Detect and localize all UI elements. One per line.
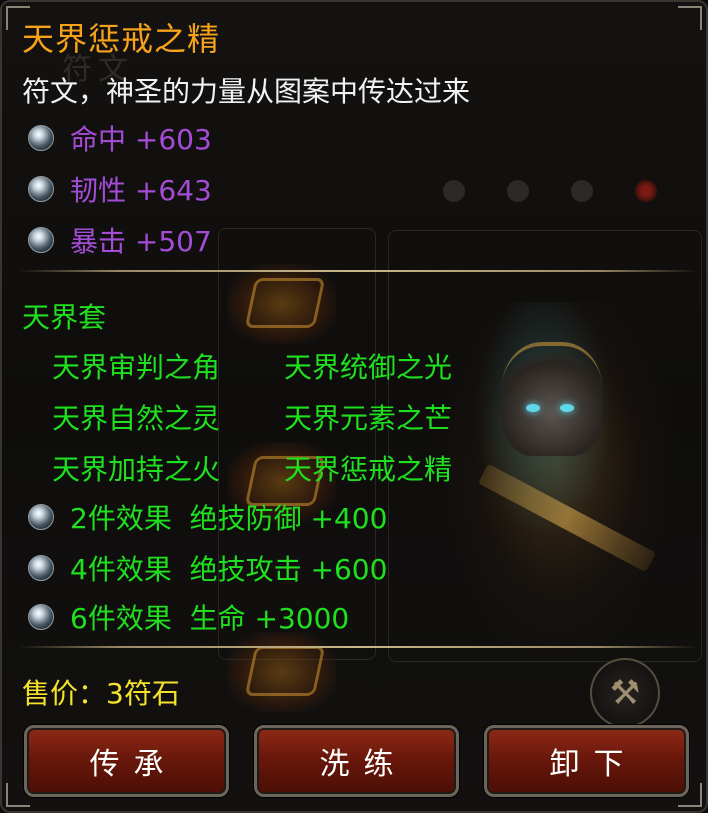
forge-button[interactable]: ⚒	[590, 658, 660, 728]
gem-orb-icon	[28, 555, 54, 581]
set-bonus-label: 4件效果 绝技攻击 +600	[70, 553, 388, 586]
hammer-icon: ⚒	[609, 673, 641, 713]
corner-ornament	[678, 6, 702, 30]
hero-helmet	[502, 342, 602, 456]
set-bonus-row: 2件效果 绝技防御 +400	[28, 499, 387, 535]
set-piece: 天界惩戒之精	[284, 453, 453, 486]
item-tooltip-panel: 符文 ⚒ 天界惩戒之精 符文，神圣的力量从图案中传达过来 命中 +603 韧性 …	[0, 0, 708, 813]
refine-button[interactable]: 洗练	[254, 725, 459, 797]
page-dot-active	[635, 180, 657, 202]
set-piece: 天界统御之光	[284, 351, 453, 384]
gem-orb-icon	[28, 176, 54, 202]
set-bonus-label: 6件效果 生命 +3000	[70, 602, 350, 635]
set-piece: 天界自然之灵	[52, 402, 221, 435]
stat-row: 韧性 +643	[28, 171, 212, 207]
set-bonus-label: 2件效果 绝技防御 +400	[70, 502, 388, 535]
rune-slot-icon	[228, 264, 336, 344]
gem-orb-icon	[28, 125, 54, 151]
stat-label: 韧性 +643	[70, 174, 212, 207]
gem-orb-icon	[28, 604, 54, 630]
set-piece: 天界元素之芒	[284, 402, 453, 435]
rune-slot-icon	[228, 632, 336, 712]
gem-orb-icon	[28, 227, 54, 253]
gem-orb-icon	[28, 504, 54, 530]
section-divider	[18, 646, 698, 648]
set-piece: 天界加持之火	[52, 453, 221, 486]
inherit-button[interactable]: 传承	[24, 725, 229, 797]
hero-eye	[560, 404, 574, 412]
stat-row: 暴击 +507	[28, 222, 212, 258]
stat-label: 暴击 +507	[70, 225, 212, 258]
set-name: 天界套	[22, 301, 107, 334]
set-piece: 天界审判之角	[52, 351, 221, 384]
hero-eye	[526, 404, 540, 412]
item-title: 天界惩戒之精	[22, 20, 221, 58]
page-dot	[571, 180, 593, 202]
set-bonus-row: 4件效果 绝技攻击 +600	[28, 550, 387, 586]
unequip-button[interactable]: 卸下	[484, 725, 689, 797]
item-description: 符文，神圣的力量从图案中传达过来	[22, 75, 471, 108]
stat-label: 命中 +603	[70, 123, 212, 156]
page-dot	[507, 180, 529, 202]
section-divider	[18, 270, 698, 272]
set-bonus-row: 6件效果 生命 +3000	[28, 599, 349, 635]
stat-row: 命中 +603	[28, 120, 212, 156]
sell-price: 售价：3符石	[22, 677, 180, 710]
page-dot	[443, 180, 465, 202]
